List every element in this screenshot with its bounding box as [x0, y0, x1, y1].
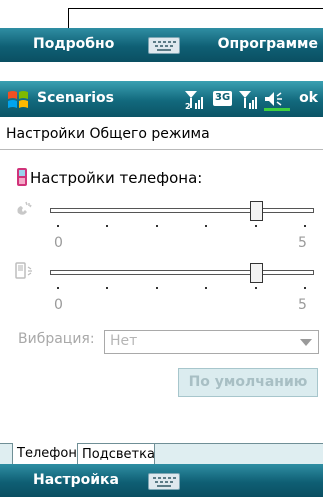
ringer-volume-slider[interactable] [50, 208, 314, 213]
signal-icon-2 [239, 91, 257, 109]
vibration-select[interactable]: Нет [104, 330, 319, 354]
slider-tick [156, 225, 158, 227]
callout-line [68, 8, 323, 9]
divider [0, 149, 323, 150]
slider-min-label: 0 [54, 297, 63, 313]
slider-tick [255, 287, 257, 289]
slider-tick [205, 287, 207, 289]
slider-tick [106, 225, 108, 227]
slider-min-label: 0 [54, 235, 63, 251]
phone-settings-label: Настройки телефона: [30, 169, 203, 187]
tab-backlight[interactable]: Подсветка [78, 443, 155, 464]
ok-button[interactable]: ok [299, 90, 318, 106]
slider-max-label: 5 [298, 235, 307, 251]
notification-volume-slider[interactable] [50, 270, 314, 275]
3g-icon: 3G [213, 91, 232, 106]
slider-tick [57, 225, 59, 227]
notification-icon [15, 262, 32, 279]
windows-start-icon[interactable] [6, 89, 30, 111]
signal-sub-label: 2 [185, 102, 191, 111]
slider-tick [205, 225, 207, 227]
slider-tick [304, 287, 306, 289]
vibration-label: Вибрация: [18, 331, 95, 347]
slider-tick [156, 287, 158, 289]
slider-max-label: 5 [298, 297, 307, 313]
top-softkey-bar: Подробно Опрограмме [0, 28, 323, 62]
slider-tick [255, 225, 257, 227]
softkey-details[interactable]: Подробно [33, 36, 114, 52]
tab-phone[interactable]: Телефон [12, 443, 78, 464]
speaker-icon[interactable] [262, 89, 292, 113]
default-button[interactable]: По умолчанию [178, 368, 318, 397]
callout-line-vertical [68, 8, 69, 28]
slider-tick [106, 287, 108, 289]
vibration-value: Нет [110, 333, 138, 349]
ringer-slider-thumb[interactable] [250, 201, 263, 221]
notification-slider-thumb[interactable] [250, 263, 263, 283]
app-title: Scenarios [37, 90, 114, 106]
softkey-settings[interactable]: Настройка [33, 472, 119, 488]
slider-tick [304, 225, 306, 227]
bottom-softkey-bar: Настройка [0, 464, 323, 497]
chevron-down-icon [300, 339, 312, 346]
slider-tick [57, 287, 59, 289]
title-bar: Scenarios 2 3G ok [0, 81, 323, 117]
page-title: Настройки Общего режима [6, 126, 210, 142]
ringer-icon [17, 201, 32, 215]
softkey-about[interactable]: Опрограмме [218, 36, 318, 52]
keyboard-icon[interactable] [148, 37, 180, 54]
phone-icon [17, 168, 27, 186]
keyboard-icon[interactable] [148, 473, 180, 490]
